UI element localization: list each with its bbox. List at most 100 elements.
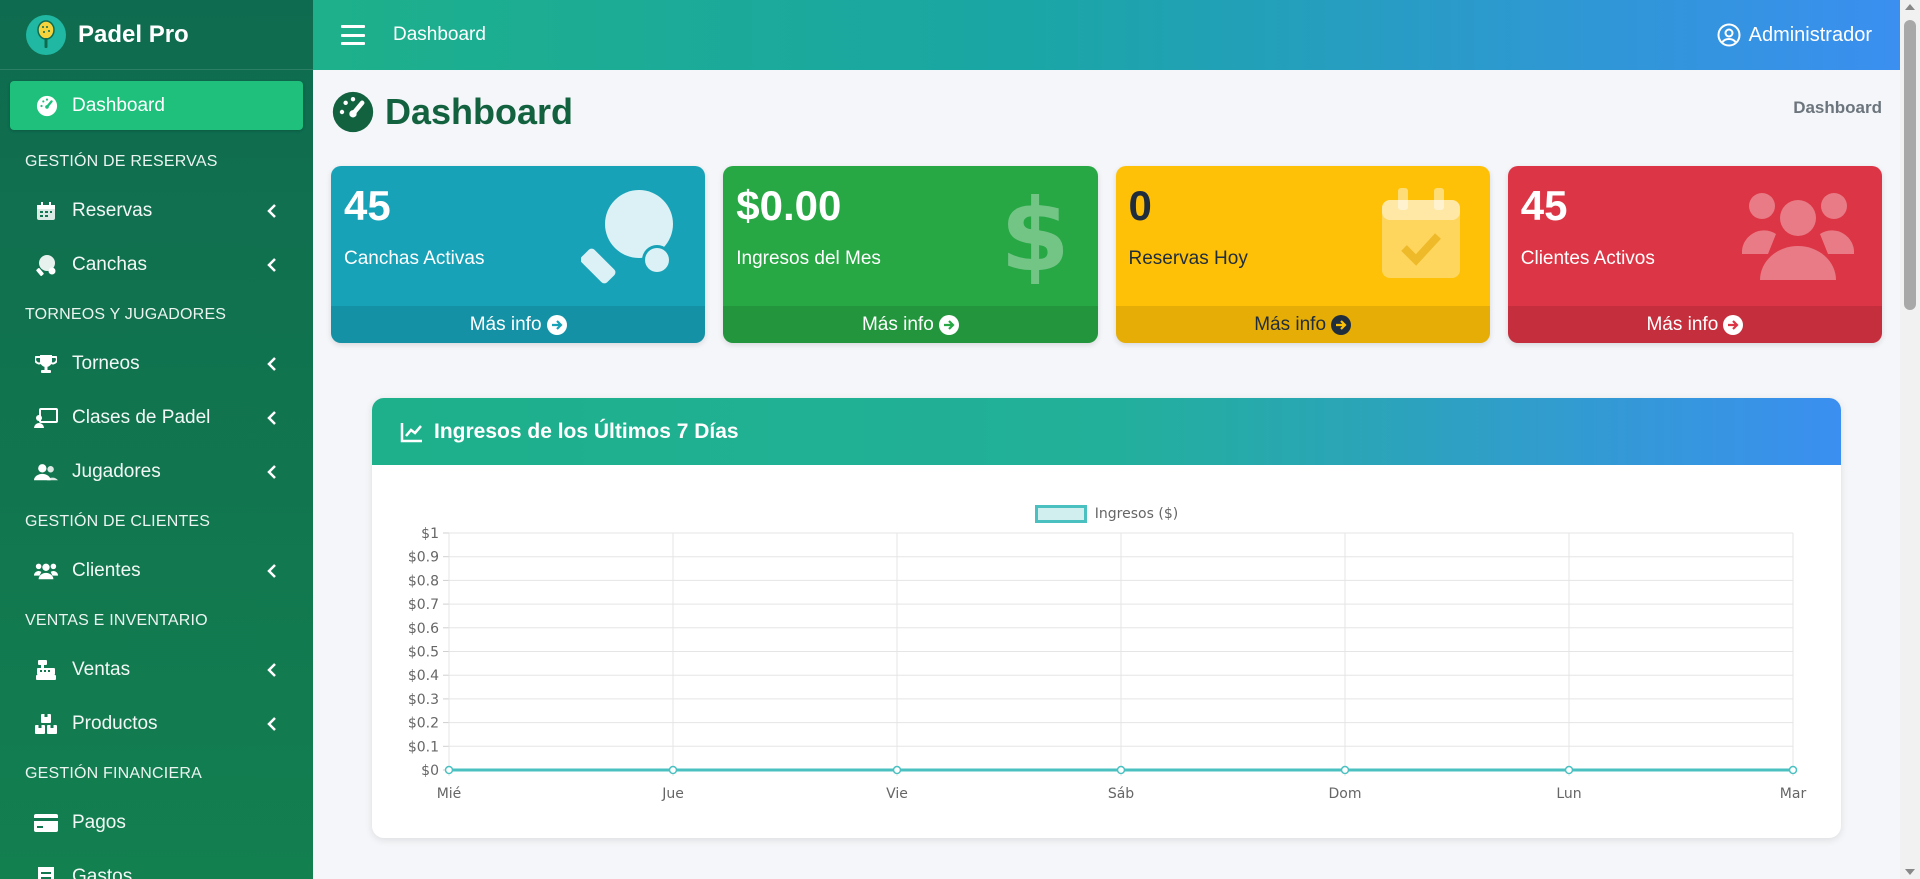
arrow-circle-right-icon: [1723, 314, 1744, 335]
calendar-icon: [34, 201, 58, 221]
stat-card-canchas: 45 Canchas Activas Más info: [331, 166, 706, 343]
sidebar-item-gastos[interactable]: Gastos: [0, 850, 313, 879]
more-info-link[interactable]: Más info: [723, 306, 1098, 343]
chart-line-icon: [400, 422, 422, 442]
x-tick-label: Mar: [1780, 786, 1807, 802]
sidebar-item-label: Pagos: [72, 812, 126, 833]
data-point: [444, 765, 454, 775]
nav-header-reservas: GESTIÓN DE RESERVAS: [25, 152, 218, 170]
revenue-chart-card: Ingresos de los Últimos 7 Días Ingresos …: [372, 398, 1841, 838]
more-info-link[interactable]: Más info: [331, 306, 706, 343]
stat-label: Canchas Activas: [344, 248, 485, 269]
sidebar-item-clientes[interactable]: Clientes: [0, 544, 313, 598]
sidebar-item-ventas[interactable]: Ventas: [0, 643, 313, 697]
sidebar-item-pagos[interactable]: Pagos: [0, 796, 313, 850]
stat-label: Ingresos del Mes: [736, 248, 881, 269]
group-icon: [34, 561, 58, 581]
stat-label: Reservas Hoy: [1128, 248, 1248, 269]
breadcrumb: Dashboard: [1793, 98, 1882, 117]
page-scrollbar[interactable]: [1900, 0, 1920, 879]
credit-card-icon: [34, 814, 58, 832]
user-circle-icon: [1717, 23, 1741, 47]
sidebar-item-canchas[interactable]: Canchas: [0, 238, 313, 292]
sidebar-item-label: Canchas: [72, 254, 147, 275]
sidebar-item-reservas[interactable]: Reservas: [0, 184, 313, 238]
stat-value: 0: [1128, 182, 1152, 229]
sidebar-item-label: Torneos: [72, 353, 140, 374]
chalkboard-icon: [34, 407, 58, 429]
sidebar-item-label: Clases de Padel: [72, 407, 211, 428]
chart-card-header: Ingresos de los Últimos 7 Días: [372, 398, 1841, 465]
sidebar-item-label: Productos: [72, 713, 158, 734]
page-title: Dashboard: [385, 91, 574, 132]
scroll-up-arrow-icon[interactable]: [1905, 4, 1915, 10]
sidebar-item-jugadores[interactable]: Jugadores: [0, 445, 313, 499]
y-tick-label: $0.2: [408, 716, 439, 732]
data-point: [668, 765, 678, 775]
main-content: Dashboard Dashboard 45 Canchas Activas M…: [313, 70, 1900, 879]
more-info-label: Más info: [861, 313, 934, 335]
y-tick-label: $0.3: [408, 692, 439, 708]
x-tick-label: Lun: [1556, 786, 1581, 802]
user-menu[interactable]: Administrador: [1717, 23, 1872, 47]
y-tick-label: $0.7: [408, 597, 439, 613]
chevron-left-icon: [267, 465, 281, 479]
nav-header-ventas: VENTAS E INVENTARIO: [25, 611, 208, 629]
nav-header-financiera: GESTIÓN FINANCIERA: [25, 764, 202, 782]
sidebar-item-label: Clientes: [72, 560, 141, 581]
nav-header-torneos: TORNEOS Y JUGADORES: [25, 305, 227, 323]
chevron-left-icon: [267, 564, 281, 578]
user-name: Administrador: [1748, 23, 1872, 46]
brand-name: Padel Pro: [78, 20, 189, 48]
sidebar-item-dashboard[interactable]: Dashboard: [10, 81, 303, 130]
sidebar-item-label: Dashboard: [72, 94, 165, 116]
sidebar-item-productos[interactable]: Productos: [0, 697, 313, 751]
nav-header-clientes: GESTIÓN DE CLIENTES: [25, 512, 211, 530]
menu-toggle-icon[interactable]: [341, 25, 365, 45]
scrollbar-thumb[interactable]: [1904, 20, 1916, 310]
y-tick-label: $0.6: [408, 621, 439, 637]
x-tick-label: Sáb: [1108, 786, 1134, 802]
chevron-left-icon: [267, 204, 281, 218]
y-tick-label: $0: [421, 763, 439, 779]
more-info-label: Más info: [469, 313, 542, 335]
svg-text:$: $: [1000, 188, 1070, 284]
y-tick-label: $0.5: [408, 645, 439, 661]
chevron-left-icon: [267, 258, 281, 272]
sidebar-item-label: Ventas: [72, 659, 131, 680]
stat-card-clientes: 45 Clientes Activos Más info: [1507, 166, 1882, 343]
stat-card-reservas: 0 Reservas Hoy Más info: [1115, 166, 1490, 343]
x-tick-label: Jue: [661, 786, 684, 802]
y-tick-label: $0.4: [408, 668, 439, 684]
padel-racket-logo-icon: [26, 14, 66, 55]
stat-value: $0.00: [736, 182, 842, 229]
scroll-down-arrow-icon[interactable]: [1905, 869, 1915, 875]
chevron-left-icon: [267, 357, 281, 371]
tachometer-icon: [36, 95, 58, 116]
sidebar-item-torneos[interactable]: Torneos: [0, 337, 313, 391]
court-icon: [34, 254, 58, 276]
more-info-link[interactable]: Más info: [1115, 306, 1490, 343]
data-point: [892, 765, 902, 775]
sidebar: Padel Pro Dashboard GESTIÓN DE RESERVAS …: [0, 0, 313, 879]
header-title[interactable]: Dashboard: [393, 24, 486, 46]
stat-value: 45: [1520, 182, 1568, 229]
x-tick-label: Dom: [1329, 786, 1362, 802]
sidebar-item-label: Jugadores: [72, 461, 161, 482]
y-tick-label: $1: [421, 526, 439, 542]
more-info-label: Más info: [1646, 313, 1719, 335]
users-icon: [34, 462, 58, 482]
chart-card-title: Ingresos de los Últimos 7 Días: [434, 419, 739, 443]
table-tennis-icon: [581, 190, 674, 284]
stat-card-ingresos: $0.00 Ingresos del Mes $ Más info: [723, 166, 1098, 343]
calendar-check-icon: [1381, 188, 1460, 278]
boxes-icon: [34, 713, 58, 735]
stat-value: 45: [344, 182, 391, 229]
top-navbar: Dashboard Administrador: [313, 0, 1900, 70]
more-info-link[interactable]: Más info: [1507, 306, 1882, 343]
data-point: [1116, 765, 1126, 775]
chart-body: Ingresos ($) $0 $0.1 $0.2 $0.3 $0.4 $0.5 $0.6 $…: [372, 465, 1841, 838]
sidebar-item-clases[interactable]: Clases de Padel: [0, 391, 313, 445]
chevron-left-icon: [267, 663, 281, 677]
brand[interactable]: Padel Pro: [0, 0, 313, 70]
